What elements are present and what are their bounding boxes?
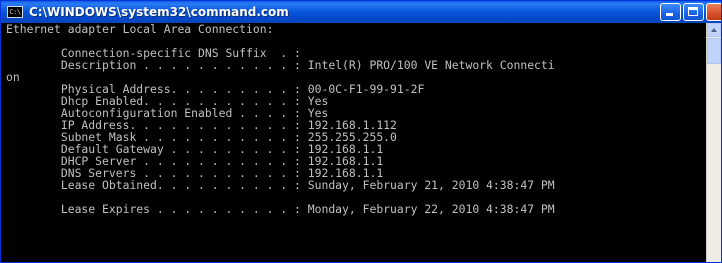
window-title: C:\WINDOWS\system32\command.com — [29, 5, 289, 19]
console-line: Description . . . . . . . . . . . : Inte… — [6, 58, 555, 72]
console-line: Lease Expires . . . . . . . . . . : Mond… — [6, 202, 555, 216]
vertical-scrollbar[interactable] — [706, 23, 721, 262]
console-icon-text: C:\ — [9, 7, 21, 16]
console-icon[interactable]: C:\ — [7, 6, 23, 18]
command-window: C:\ C:\WINDOWS\system32\command.com Ethe… — [0, 0, 722, 263]
maximize-button[interactable] — [683, 3, 704, 21]
console-text: Ethernet adapter Local Area Connection: … — [4, 23, 707, 215]
close-button[interactable] — [706, 3, 721, 21]
console-output[interactable]: Ethernet adapter Local Area Connection: … — [4, 23, 707, 262]
scroll-thumb[interactable] — [707, 38, 721, 64]
console-line: Ethernet adapter Local Area Connection: — [6, 23, 274, 36]
window-controls — [660, 3, 721, 21]
minimize-button[interactable] — [660, 3, 681, 21]
scroll-up-arrow-icon[interactable] — [707, 23, 721, 37]
console-line: Lease Obtained. . . . . . . . . . : Sund… — [6, 178, 555, 192]
title-bar[interactable]: C:\ C:\WINDOWS\system32\command.com — [1, 1, 721, 23]
